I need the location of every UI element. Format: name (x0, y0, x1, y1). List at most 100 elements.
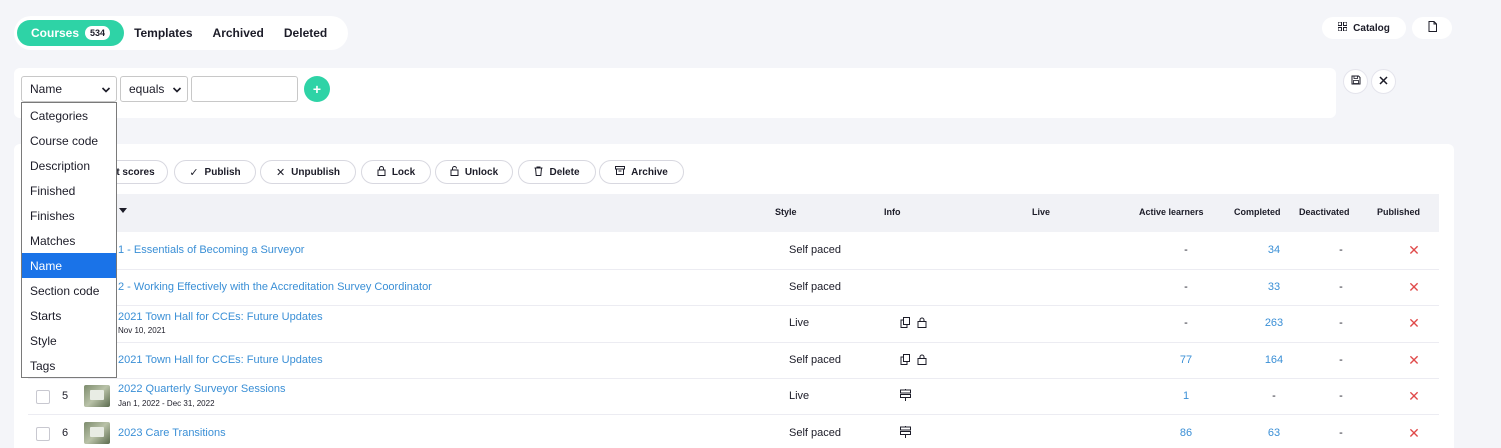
add-filter-button[interactable]: + (304, 76, 330, 102)
course-style: Self paced (789, 281, 841, 293)
active-learners-link[interactable]: 1 (1166, 390, 1206, 402)
unpublished-x-icon: ✕ (1408, 352, 1420, 368)
archive-label: Archive (631, 166, 668, 178)
copy-icon (900, 317, 911, 331)
publish-label: Publish (204, 166, 241, 178)
unpublished-x-icon: ✕ (1408, 388, 1420, 404)
course-style: Self paced (789, 244, 841, 256)
row-checkbox[interactable] (36, 427, 50, 441)
check-icon: ✓ (189, 166, 199, 179)
copy-icon (900, 354, 911, 368)
scores-label: t scores (116, 166, 155, 178)
close-icon (1379, 75, 1388, 88)
table-row[interactable]: 1 - Essentials of Becoming a Surveyor Se… (28, 232, 1439, 270)
unlock-icon (450, 165, 459, 179)
courses-count-badge: 534 (85, 26, 111, 40)
completed-link[interactable]: 164 (1254, 354, 1294, 366)
col-deactivated[interactable]: Deactivated (1299, 207, 1350, 217)
active-learners: - (1184, 244, 1188, 256)
row-checkbox[interactable] (36, 390, 50, 404)
lock-button[interactable]: Lock (361, 160, 431, 184)
course-title-link[interactable]: 1 - Essentials of Becoming a Surveyor (118, 244, 304, 256)
unpublish-button[interactable]: ✕ Unpublish (260, 160, 356, 184)
dropdown-option-matches[interactable]: Matches (22, 228, 116, 253)
course-style: Live (789, 390, 810, 402)
completed-link[interactable]: 63 (1254, 427, 1294, 439)
table-row[interactable]: 2021 Town Hall for CCEs: Future Updates … (28, 343, 1439, 379)
tab-deleted[interactable]: Deleted (274, 20, 337, 46)
table-header: Style Info Live Active learners Complete… (28, 194, 1439, 232)
clear-filter-button[interactable] (1371, 69, 1396, 94)
course-date: Nov 10, 2021 (118, 326, 166, 335)
table-row[interactable]: 5 2022 Quarterly Surveyor Sessions Jan 1… (28, 379, 1439, 415)
unlock-button[interactable]: Unlock (435, 160, 513, 184)
catalog-label: Catalog (1353, 22, 1390, 34)
lock-icon (377, 165, 386, 179)
filter-field-select[interactable]: Name (21, 76, 117, 102)
filter-operator-value: equals (129, 82, 165, 96)
filter-value-input[interactable] (191, 76, 298, 102)
dropdown-option-description[interactable]: Description (22, 153, 116, 178)
courses-card: t scores ✓ Publish ✕ Unpublish Lock Unlo… (14, 144, 1454, 448)
deactivated: - (1339, 244, 1343, 256)
dropdown-option-starts[interactable]: Starts (22, 303, 116, 328)
delete-button[interactable]: Delete (518, 160, 596, 184)
col-published[interactable]: Published (1377, 207, 1420, 217)
chevron-down-icon (172, 84, 182, 98)
course-title-link[interactable]: 2023 Care Transitions (118, 427, 226, 439)
unpublished-x-icon: ✕ (1408, 425, 1420, 441)
unpublished-x-icon: ✕ (1408, 279, 1420, 295)
col-completed[interactable]: Completed (1234, 207, 1281, 217)
export-button[interactable] (1412, 17, 1452, 39)
table-row[interactable]: 2 - Working Effectively with the Accredi… (28, 270, 1439, 306)
view-tabs: Courses 534 Templates Archived Deleted (14, 16, 348, 50)
info-icons (900, 426, 911, 441)
completed-link[interactable]: 263 (1254, 317, 1294, 329)
dropdown-option-finished[interactable]: Finished (22, 178, 116, 203)
course-title-link[interactable]: 2021 Town Hall for CCEs: Future Updates (118, 354, 323, 366)
course-thumbnail (84, 385, 110, 407)
dropdown-option-course-code[interactable]: Course code (22, 128, 116, 153)
sort-caret-icon[interactable] (119, 206, 127, 216)
dropdown-option-categories[interactable]: Categories (22, 103, 116, 128)
course-style: Live (789, 317, 810, 329)
save-filter-button[interactable] (1343, 69, 1368, 94)
row-number: 6 (62, 427, 69, 439)
tab-templates[interactable]: Templates (124, 20, 202, 46)
active-learners: - (1184, 281, 1188, 293)
save-icon (1351, 75, 1361, 88)
active-learners-link[interactable]: 86 (1166, 427, 1206, 439)
dropdown-option-finishes[interactable]: Finishes (22, 203, 116, 228)
filter-field-value: Name (30, 82, 63, 96)
dropdown-option-tags[interactable]: Tags (22, 353, 116, 378)
table-row[interactable]: 6 2023 Care Transitions Self paced 86 63… (28, 415, 1439, 448)
course-title-link[interactable]: 2 - Working Effectively with the Accredi… (118, 281, 432, 293)
deactivated: - (1339, 281, 1343, 293)
active-learners-link[interactable]: 77 (1166, 354, 1206, 366)
dropdown-option-style[interactable]: Style (22, 328, 116, 353)
tab-courses[interactable]: Courses 534 (17, 20, 125, 46)
col-style[interactable]: Style (775, 207, 797, 217)
completed-link[interactable]: 33 (1254, 281, 1294, 293)
dropdown-option-name[interactable]: Name (22, 253, 116, 278)
course-date: Jan 1, 2022 - Dec 31, 2022 (118, 399, 215, 408)
x-icon: ✕ (275, 166, 286, 179)
grid-icon (1337, 21, 1348, 34)
course-title-link[interactable]: 2022 Quarterly Surveyor Sessions (118, 383, 286, 395)
info-icons (900, 354, 927, 368)
col-live[interactable]: Live (1032, 207, 1050, 217)
lock-icon (917, 317, 927, 331)
trash-icon (534, 166, 543, 179)
unpublish-label: Unpublish (291, 166, 341, 178)
course-title-link[interactable]: 2021 Town Hall for CCEs: Future Updates (118, 311, 323, 323)
completed-link[interactable]: 34 (1254, 244, 1294, 256)
publish-button[interactable]: ✓ Publish (174, 160, 256, 184)
table-row[interactable]: 2021 Town Hall for CCEs: Future Updates … (28, 306, 1439, 343)
tab-archived[interactable]: Archived (203, 20, 274, 46)
row-number: 5 (62, 390, 69, 402)
archive-button[interactable]: Archive (599, 160, 684, 184)
catalog-button[interactable]: Catalog (1322, 17, 1406, 39)
col-active-learners[interactable]: Active learners (1139, 207, 1204, 217)
filter-operator-select[interactable]: equals (120, 76, 188, 102)
dropdown-option-section-code[interactable]: Section code (22, 278, 116, 303)
